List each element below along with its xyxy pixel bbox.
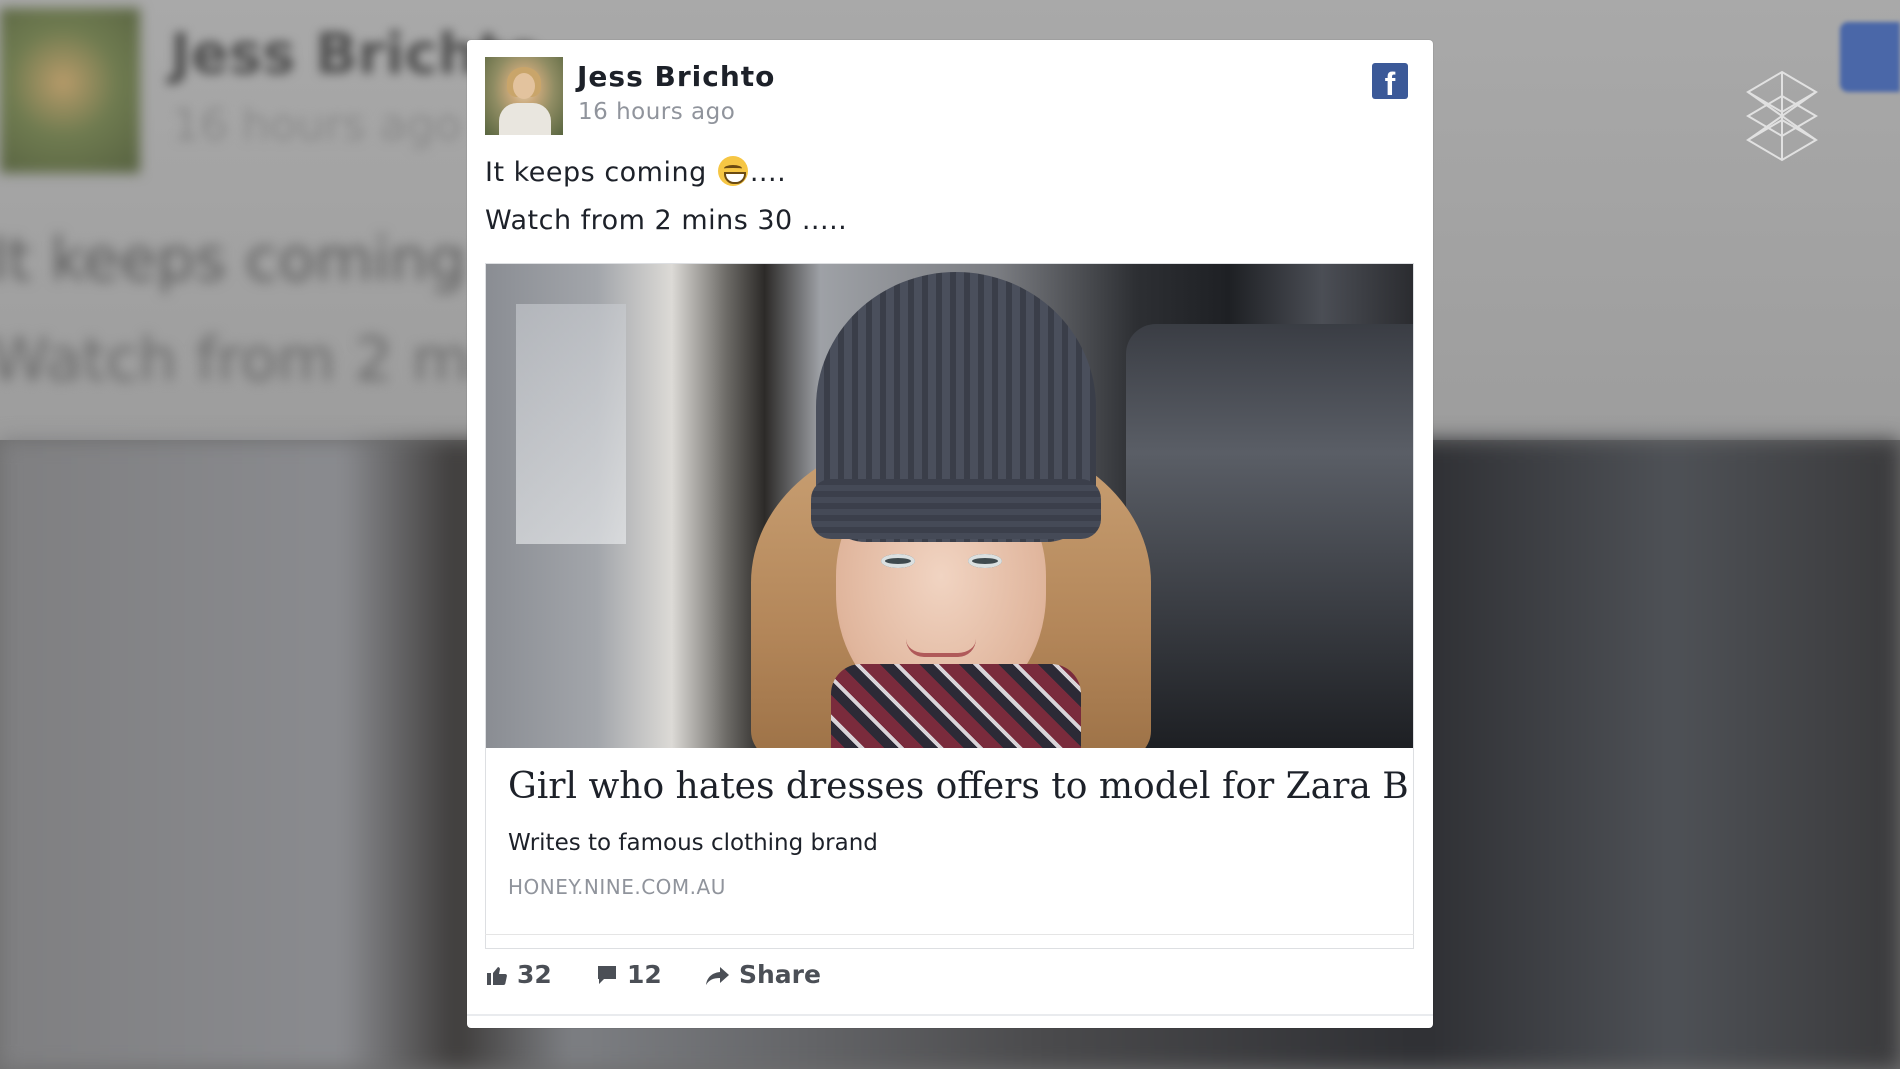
- post-timestamp[interactable]: 16 hours ago: [578, 99, 735, 125]
- link-description: Writes to famous clothing brand: [508, 830, 878, 856]
- photo-plaid-scarf: [831, 664, 1081, 748]
- comment-count: 12: [627, 960, 662, 989]
- avatar-face: [513, 73, 535, 99]
- link-preview[interactable]: Girl who hates dresses offers to model f…: [485, 263, 1414, 949]
- background-facebook-icon: [1840, 22, 1900, 92]
- facebook-icon[interactable]: f: [1372, 63, 1408, 99]
- share-label: Share: [739, 960, 821, 989]
- post-text-line1-suffix: ....: [749, 157, 787, 188]
- background-timestamp: 16 hours ago: [172, 100, 462, 151]
- photo-car: [1126, 324, 1413, 748]
- share-arrow-icon: [706, 966, 729, 985]
- post-text-line1: It keeps coming ....: [485, 156, 786, 188]
- card-bottom-border: [467, 1014, 1433, 1016]
- photo-window: [516, 304, 626, 544]
- photo-girl-mouth: [906, 639, 976, 657]
- share-button[interactable]: Share: [705, 960, 821, 989]
- photo-beanie-band: [811, 479, 1101, 539]
- author-name[interactable]: Jess Brichto: [577, 60, 775, 93]
- grinning-face-emoji-icon: [717, 156, 748, 186]
- thumbs-up-icon: [487, 966, 507, 985]
- photo-girl-left-eye: [881, 554, 915, 568]
- background-avatar: [0, 8, 140, 173]
- link-title[interactable]: Girl who hates dresses offers to model f…: [508, 766, 1409, 807]
- facebook-post-card: Jess Brichto 16 hours ago f It keeps com…: [467, 40, 1433, 1028]
- photo-girl-right-eye: [968, 554, 1002, 568]
- post-text-line1-main: It keeps coming: [485, 157, 707, 188]
- like-button[interactable]: 32: [485, 960, 552, 989]
- link-domain: HONEY.NINE.COM.AU: [508, 875, 726, 899]
- post-text-line2: Watch from 2 mins 30 .....: [485, 205, 848, 236]
- background-text-line1: It keeps coming: [0, 225, 467, 295]
- comment-button[interactable]: 12: [595, 960, 662, 989]
- comment-bubble-icon: [598, 965, 616, 984]
- like-count: 32: [517, 960, 552, 989]
- avatar-shirt: [499, 103, 551, 135]
- actions-divider: [485, 934, 1414, 935]
- link-preview-image[interactable]: [486, 264, 1413, 748]
- author-avatar[interactable]: [485, 57, 563, 135]
- channel-logo-icon: [1746, 70, 1818, 162]
